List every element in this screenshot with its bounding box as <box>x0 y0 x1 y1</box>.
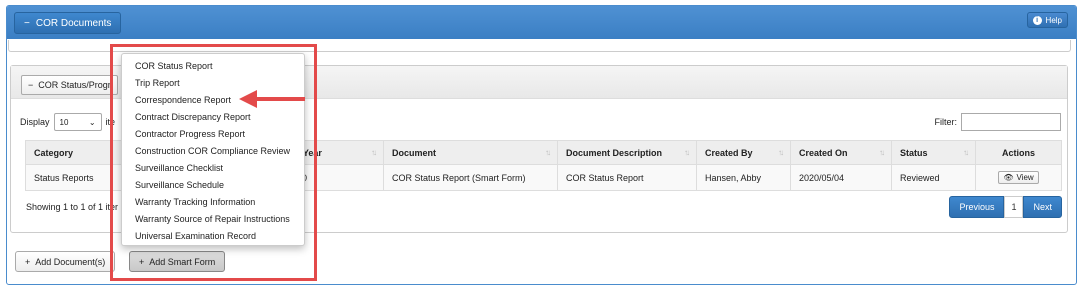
collapse-label: COR Status/Progr <box>38 80 111 90</box>
column-label: Status <box>900 147 928 158</box>
page-1-button[interactable]: 1 <box>1004 196 1024 218</box>
plus-icon: + <box>25 256 31 267</box>
cell-status: Reviewed <box>891 164 976 191</box>
cell-category: Status Reports <box>25 164 124 191</box>
add-documents-label: Add Document(s) <box>35 256 106 267</box>
cell-created-on: 2020/05/04 <box>790 164 892 191</box>
eye-icon: 👁 <box>1003 173 1014 182</box>
sort-icon: ↑↓ <box>963 148 969 157</box>
display-length-control: Display 10 ⌄ ite <box>20 113 115 131</box>
view-button[interactable]: 👁 View <box>998 171 1039 184</box>
chevron-down-icon: ⌄ <box>88 117 96 127</box>
column-label: Actions <box>1001 147 1035 158</box>
add-documents-button[interactable]: + Add Document(s) <box>15 251 116 272</box>
display-value: 10 <box>59 117 69 127</box>
table-info: Showing 1 to 1 of 1 iter <box>26 202 119 212</box>
annotation-highlight-box <box>110 44 317 281</box>
filter-control: Filter: <box>934 113 1061 131</box>
minus-icon: − <box>28 80 34 90</box>
next-page-button[interactable]: Next <box>1023 196 1062 218</box>
filter-input[interactable] <box>961 113 1061 131</box>
cell-actions: 👁 View <box>975 164 1062 191</box>
cell-document: COR Status Report (Smart Form) <box>383 164 558 191</box>
filter-label: Filter: <box>934 117 958 127</box>
column-label: Created By <box>705 147 753 158</box>
sort-icon: ↑↓ <box>684 148 690 157</box>
collapse-cor-status-button[interactable]: − COR Status/Progr <box>21 75 118 95</box>
column-label: Created On <box>799 147 848 158</box>
column-header[interactable]: Created By ↑↓ <box>696 140 791 165</box>
column-header[interactable]: Status ↑↓ <box>891 140 976 165</box>
sort-icon: ↑↓ <box>879 148 885 157</box>
previous-page-button[interactable]: Previous <box>949 196 1005 218</box>
display-length-select[interactable]: 10 ⌄ <box>53 113 102 131</box>
column-header[interactable]: Document Description ↑↓ <box>557 140 697 165</box>
collapse-cor-documents-button[interactable]: − COR Documents <box>14 12 122 34</box>
sort-icon: ↑↓ <box>778 148 784 157</box>
column-header[interactable]: Created On ↑↓ <box>790 140 892 165</box>
pagination: Previous 1 Next <box>949 196 1062 218</box>
info-icon: i <box>1032 15 1042 25</box>
view-label: View <box>1016 173 1034 182</box>
annotation-arrow-icon <box>239 90 305 108</box>
cell-description: COR Status Report <box>557 164 697 191</box>
column-label: Document <box>392 147 437 158</box>
panel-header: − COR Documents i Help <box>7 6 1076 39</box>
collapse-label: COR Documents <box>35 17 112 29</box>
display-label: Display <box>20 117 50 127</box>
help-label: Help <box>1045 15 1062 25</box>
column-label: Category <box>34 147 74 158</box>
column-header[interactable]: Document ↑↓ <box>383 140 558 165</box>
column-header[interactable]: Category <box>25 140 124 165</box>
cell-created-by: Hansen, Abby <box>696 164 791 191</box>
sort-icon: ↑↓ <box>545 148 551 157</box>
column-header: Actions <box>975 140 1062 165</box>
help-button[interactable]: i Help <box>1026 12 1068 28</box>
minus-icon: − <box>24 17 30 29</box>
sort-icon: ↑↓ <box>371 148 377 157</box>
column-label: Document Description <box>566 147 663 158</box>
